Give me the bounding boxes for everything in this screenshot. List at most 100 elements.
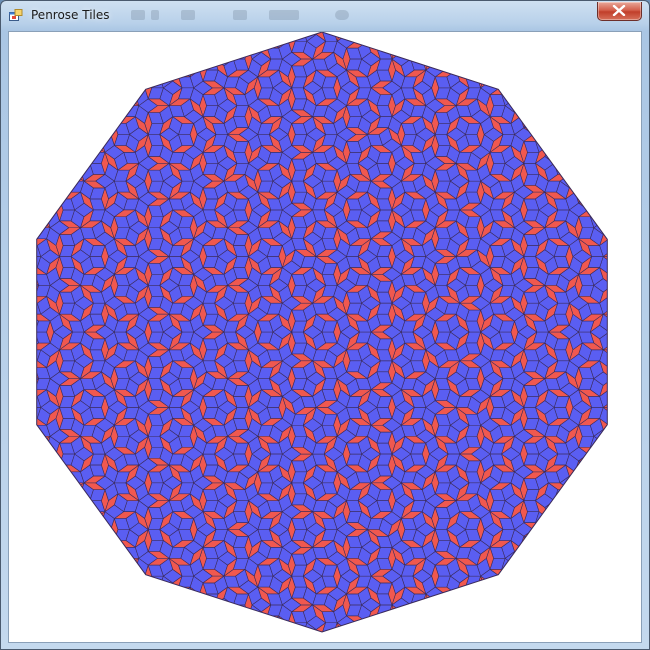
thick-rhombus-tile bbox=[178, 32, 194, 42]
thick-rhombus-tile bbox=[89, 94, 106, 106]
thin-rhombus-tile bbox=[589, 482, 604, 501]
thick-rhombus-tile bbox=[36, 209, 42, 222]
thick-rhombus-tile bbox=[59, 141, 75, 153]
thick-rhombus-tile bbox=[272, 32, 293, 38]
thick-rhombus-tile bbox=[114, 564, 130, 577]
thick-rhombus-tile bbox=[569, 163, 583, 182]
thick-rhombus-tile bbox=[223, 604, 238, 624]
thin-rhombus-tile bbox=[172, 51, 194, 60]
thick-rhombus-tile bbox=[238, 615, 259, 630]
thin-rhombus-tile bbox=[227, 622, 249, 630]
thick-rhombus-tile bbox=[114, 575, 130, 588]
thin-rhombus-tile bbox=[565, 489, 574, 512]
thin-rhombus-tile bbox=[147, 586, 170, 595]
thin-rhombus-tile bbox=[599, 446, 608, 455]
thin-rhombus-tile bbox=[36, 435, 51, 455]
thick-rhombus-tile bbox=[416, 34, 436, 49]
thick-rhombus-tile bbox=[624, 314, 637, 332]
thin-rhombus-tile bbox=[599, 209, 608, 218]
thick-rhombus-tile bbox=[611, 447, 620, 465]
thick-rhombus-tile bbox=[70, 134, 85, 153]
thick-rhombus-tile bbox=[489, 58, 506, 71]
thin-rhombus-tile bbox=[599, 435, 608, 455]
thin-rhombus-tile bbox=[358, 634, 371, 642]
tiling-canvas bbox=[8, 31, 642, 643]
thin-rhombus-tile bbox=[633, 314, 641, 332]
thin-rhombus-tile bbox=[59, 529, 81, 537]
thick-rhombus-tile bbox=[589, 191, 604, 211]
thick-rhombus-tile bbox=[46, 453, 60, 473]
tile-group bbox=[9, 32, 641, 642]
thin-rhombus-tile bbox=[633, 332, 641, 350]
thick-rhombus-tile bbox=[465, 65, 481, 78]
thick-rhombus-tile bbox=[9, 285, 16, 296]
thin-rhombus-tile bbox=[556, 511, 570, 530]
thick-rhombus-tile bbox=[59, 511, 75, 523]
thick-rhombus-tile bbox=[599, 180, 608, 200]
thin-rhombus-tile bbox=[38, 493, 51, 501]
thick-rhombus-tile bbox=[628, 325, 641, 339]
thick-rhombus-tile bbox=[544, 123, 561, 135]
thick-rhombus-tile bbox=[9, 321, 16, 332]
thick-rhombus-tile bbox=[609, 390, 624, 401]
thick-rhombus-tile bbox=[337, 634, 350, 642]
thick-rhombus-tile bbox=[624, 296, 637, 314]
thick-rhombus-tile bbox=[272, 626, 293, 632]
thick-rhombus-tile bbox=[444, 58, 461, 71]
thin-rhombus-tile bbox=[404, 40, 427, 49]
thin-rhombus-tile bbox=[602, 191, 608, 200]
thick-rhombus-tile bbox=[233, 629, 249, 632]
thick-rhombus-tile bbox=[346, 622, 360, 632]
thick-rhombus-tile bbox=[147, 600, 164, 613]
thick-rhombus-tile bbox=[202, 32, 217, 49]
thick-rhombus-tile bbox=[434, 32, 451, 42]
thin-rhombus-tile bbox=[438, 51, 461, 60]
thin-rhombus-tile bbox=[91, 511, 106, 530]
window-title: Penrose Tiles bbox=[31, 8, 110, 22]
thin-rhombus-tile bbox=[569, 152, 583, 171]
thick-rhombus-tile bbox=[425, 604, 440, 624]
thick-rhombus-tile bbox=[535, 116, 549, 135]
thin-rhombus-tile bbox=[9, 268, 16, 275]
thick-rhombus-tile bbox=[578, 180, 595, 193]
thick-rhombus-tile bbox=[553, 105, 570, 117]
close-button[interactable] bbox=[597, 2, 642, 21]
thin-rhombus-tile bbox=[104, 98, 119, 117]
thin-rhombus-tile bbox=[16, 221, 29, 239]
thick-rhombus-tile bbox=[609, 321, 624, 332]
thick-rhombus-tile bbox=[20, 436, 29, 454]
thick-rhombus-tile bbox=[556, 127, 576, 142]
thick-rhombus-tile bbox=[282, 634, 295, 642]
thick-rhombus-tile bbox=[80, 529, 96, 541]
thick-rhombus-tile bbox=[36, 442, 42, 455]
thin-rhombus-tile bbox=[83, 116, 106, 124]
thick-rhombus-tile bbox=[178, 622, 194, 632]
thick-rhombus-tile bbox=[9, 379, 16, 390]
thick-rhombus-tile bbox=[470, 597, 491, 613]
thick-rhombus-tile bbox=[523, 83, 540, 95]
thick-rhombus-tile bbox=[609, 274, 624, 285]
thick-rhombus-tile bbox=[40, 493, 60, 508]
thick-rhombus-tile bbox=[391, 615, 406, 632]
thin-rhombus-tile bbox=[70, 482, 85, 501]
thin-rhombus-tile bbox=[371, 634, 392, 641]
thick-rhombus-tile bbox=[36, 202, 57, 218]
thick-rhombus-tile bbox=[178, 40, 194, 53]
thick-rhombus-tile bbox=[633, 361, 641, 379]
thick-rhombus-tile bbox=[609, 379, 624, 390]
thick-rhombus-tile bbox=[544, 529, 561, 541]
thick-rhombus-tile bbox=[444, 593, 461, 606]
thick-rhombus-tile bbox=[455, 604, 470, 624]
thin-rhombus-tile bbox=[36, 191, 51, 211]
thick-rhombus-tile bbox=[9, 332, 16, 343]
thick-rhombus-tile bbox=[624, 239, 633, 257]
thick-rhombus-tile bbox=[46, 191, 60, 211]
title-bar[interactable]: Penrose Tiles bbox=[1, 1, 649, 31]
thick-rhombus-tile bbox=[599, 464, 608, 484]
thick-rhombus-tile bbox=[223, 622, 238, 632]
thin-rhombus-tile bbox=[621, 357, 628, 379]
thick-rhombus-tile bbox=[193, 32, 213, 38]
thick-rhombus-tile bbox=[16, 379, 29, 397]
thick-rhombus-tile bbox=[104, 558, 119, 577]
thick-rhombus-tile bbox=[382, 32, 402, 38]
